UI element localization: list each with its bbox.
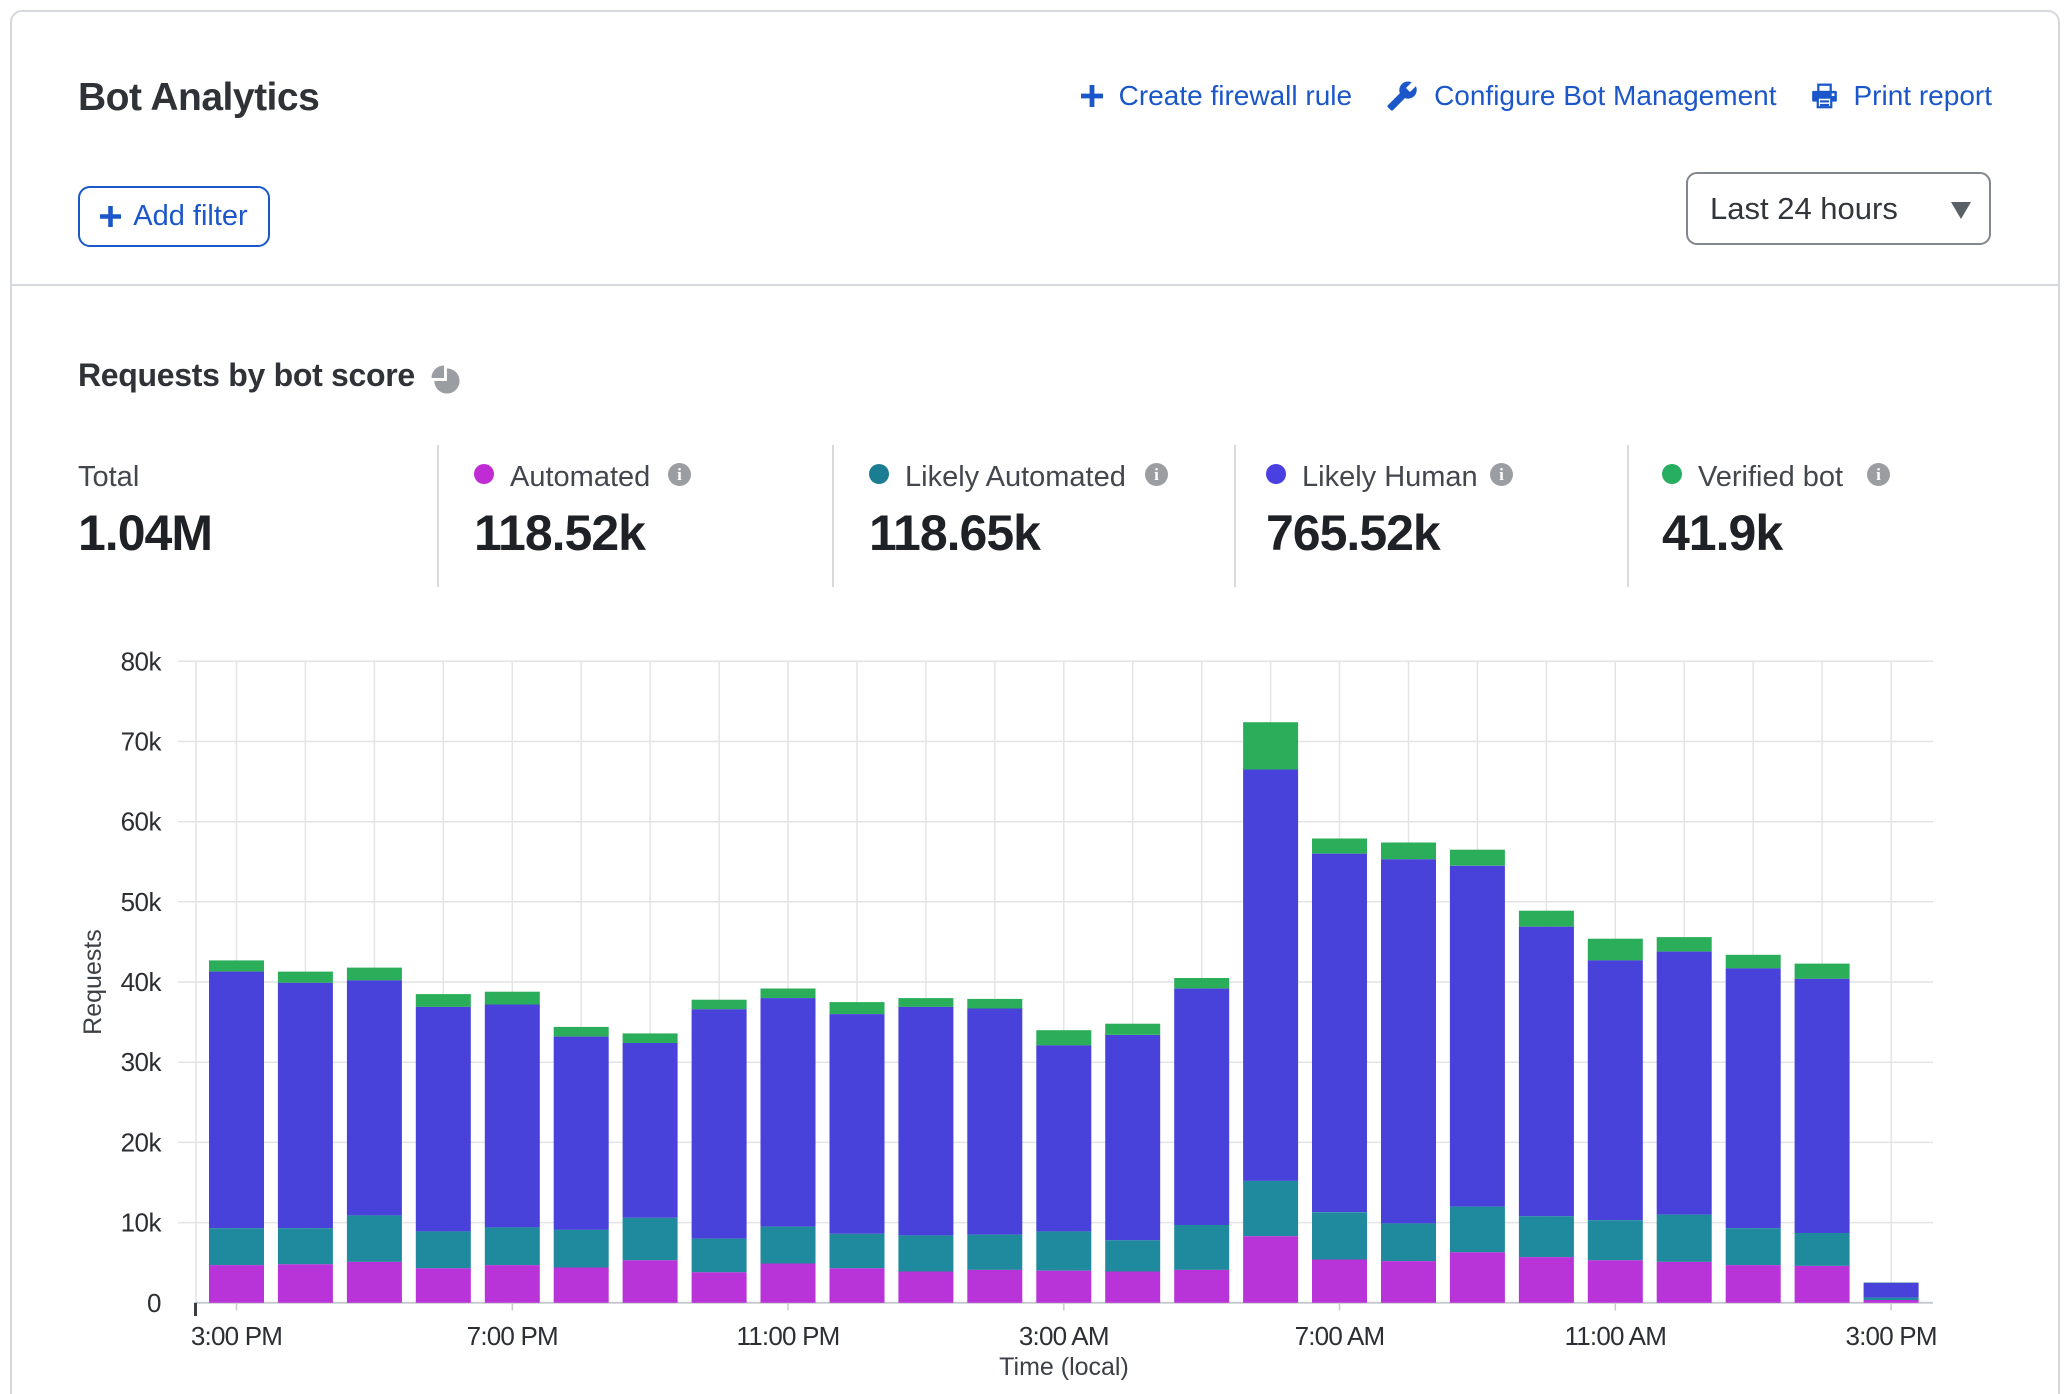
svg-text:3:00 AM: 3:00 AM (1019, 1321, 1109, 1351)
svg-text:0: 0 (147, 1288, 161, 1318)
svg-text:7:00 AM: 7:00 AM (1295, 1321, 1385, 1351)
svg-text:3:00 PM: 3:00 PM (191, 1321, 282, 1351)
svg-text:40k: 40k (121, 967, 163, 997)
svg-text:30k: 30k (121, 1047, 163, 1077)
svg-text:80k: 80k (121, 646, 163, 676)
svg-text:11:00 AM: 11:00 AM (1565, 1321, 1667, 1351)
svg-text:7:00 PM: 7:00 PM (467, 1321, 558, 1351)
svg-text:60k: 60k (121, 807, 163, 837)
svg-text:50k: 50k (121, 887, 163, 917)
svg-text:10k: 10k (121, 1208, 163, 1238)
svg-text:Time (local): Time (local) (999, 1353, 1129, 1381)
svg-text:70k: 70k (121, 727, 163, 757)
svg-text:20k: 20k (121, 1127, 163, 1157)
svg-text:Requests: Requests (79, 929, 107, 1035)
svg-text:3:00 PM: 3:00 PM (1845, 1321, 1936, 1351)
svg-text:11:00 PM: 11:00 PM (737, 1321, 840, 1351)
